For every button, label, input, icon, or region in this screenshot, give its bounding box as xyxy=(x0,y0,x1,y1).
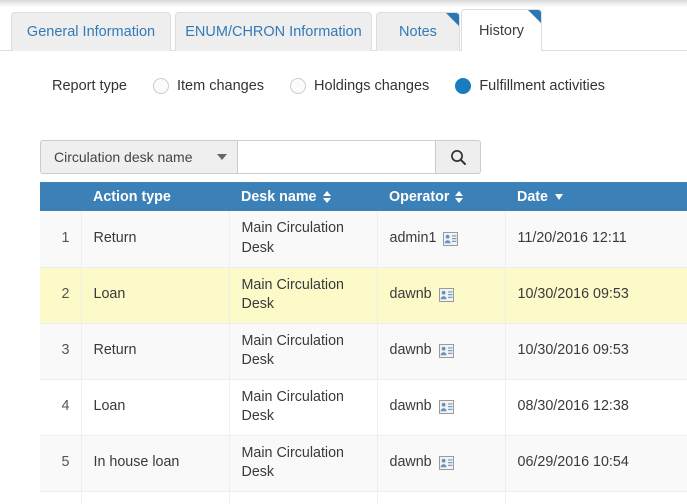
column-header-label: Desk name xyxy=(241,188,317,205)
cell-date: 11/20/2016 12:11 xyxy=(505,211,687,268)
row-number: 4 xyxy=(40,379,82,436)
cell-date: 06/29/2016 10:54 xyxy=(505,435,687,492)
tab-corner-flag-icon xyxy=(446,13,459,26)
tab-enum-chron-information[interactable]: ENUM/CHRON Information xyxy=(175,12,372,51)
cell-desk-name: Main Circulation Desk xyxy=(229,323,378,380)
report-type-label: Report type xyxy=(52,78,127,94)
radio-fulfillment-activities[interactable]: Fulfillment activities xyxy=(455,78,605,94)
desk-name-text: Main Circulation Desk xyxy=(241,332,345,368)
cell-desk-name: Main Circulation Desk xyxy=(229,435,378,492)
operator-name: dawnb xyxy=(389,398,432,415)
cell-operator: dawnb xyxy=(377,323,506,380)
operator-name: dawnb xyxy=(389,454,432,471)
magnifier-icon xyxy=(450,149,466,165)
desk-name-text: Main Circulation Desk xyxy=(241,276,345,312)
cell-action-type: In house loan xyxy=(81,435,230,492)
desk-name-text: Main Circulation Desk xyxy=(241,444,345,480)
row-number: 5 xyxy=(40,435,82,492)
column-header-number xyxy=(40,182,81,211)
cell-action-type xyxy=(81,491,230,504)
cell-desk-name: Main Circulation Desk xyxy=(229,211,378,268)
cell-action-type: Loan xyxy=(81,267,230,324)
table-header: Action type Desk name Operator Date xyxy=(40,182,687,211)
column-header-operator[interactable]: Operator xyxy=(377,182,505,211)
tab-history[interactable]: History xyxy=(461,9,542,51)
cell-date xyxy=(505,491,687,504)
radio-circle-filled-icon xyxy=(455,78,472,94)
table-body: 1 Return Main Circulation Desk admin1 11… xyxy=(40,211,687,504)
window-top-shade xyxy=(0,0,687,7)
tab-label: History xyxy=(478,22,525,39)
filter-field-value: Circulation desk name xyxy=(54,149,193,165)
sort-toggle-icon[interactable] xyxy=(322,190,331,203)
radio-label: Item changes xyxy=(176,78,265,94)
table-row[interactable]: 1 Return Main Circulation Desk admin1 11… xyxy=(40,211,687,268)
cell-action-type: Return xyxy=(81,323,230,380)
radio-label: Fulfillment activities xyxy=(479,78,606,94)
cell-desk-name: Main Circulation Desk xyxy=(229,267,378,324)
report-type-row: Report type Item changes Holdings change… xyxy=(52,78,631,94)
table-row[interactable]: 3 Return Main Circulation Desk dawnb 10/… xyxy=(40,323,687,380)
operator-name: admin1 xyxy=(389,230,437,247)
tab-corner-flag-icon xyxy=(528,10,541,23)
row-number: 2 xyxy=(40,267,82,324)
cell-desk-name xyxy=(229,491,378,504)
filter-search-input[interactable] xyxy=(238,140,436,174)
row-number xyxy=(40,491,82,504)
history-panel: General Information ENUM/CHRON Informati… xyxy=(0,0,687,504)
radio-circle-icon xyxy=(290,78,307,94)
tab-label: ENUM/CHRON Information xyxy=(185,24,362,40)
column-header-action-type[interactable]: Action type xyxy=(81,182,229,211)
radio-holdings-changes[interactable]: Holdings changes xyxy=(290,78,429,94)
cell-date: 10/30/2016 09:53 xyxy=(505,323,687,380)
row-number: 3 xyxy=(40,323,82,380)
chevron-down-icon xyxy=(217,154,227,160)
tab-bar: General Information ENUM/CHRON Informati… xyxy=(0,7,687,51)
column-header-label: Action type xyxy=(93,188,171,205)
filter-bar: Circulation desk name xyxy=(40,140,481,174)
contact-card-icon[interactable] xyxy=(438,343,454,358)
history-table-container: Action type Desk name Operator Date 1 Re… xyxy=(40,182,687,504)
contact-card-icon[interactable] xyxy=(438,455,454,470)
row-number: 1 xyxy=(40,211,82,268)
tab-notes[interactable]: Notes xyxy=(376,12,460,51)
column-header-date[interactable]: Date xyxy=(505,182,687,211)
cell-operator: dawnb xyxy=(377,267,506,324)
contact-card-icon[interactable] xyxy=(443,231,459,246)
contact-card-icon[interactable] xyxy=(438,287,454,302)
column-header-label: Date xyxy=(517,188,548,205)
cell-date: 10/30/2016 09:53 xyxy=(505,267,687,324)
column-header-label: Operator xyxy=(389,188,450,205)
column-header-desk-name[interactable]: Desk name xyxy=(229,182,377,211)
cell-operator xyxy=(377,491,506,504)
desk-name-text: Main Circulation Desk xyxy=(241,220,345,256)
cell-operator: admin1 xyxy=(377,211,506,268)
tab-label: Notes xyxy=(399,24,437,40)
sort-descending-icon[interactable] xyxy=(555,193,563,200)
cell-operator: dawnb xyxy=(377,435,506,492)
table-header-row: Action type Desk name Operator Date xyxy=(40,182,687,211)
cell-operator: dawnb xyxy=(377,379,506,436)
radio-item-changes[interactable]: Item changes xyxy=(152,78,265,94)
radio-circle-icon xyxy=(152,78,169,94)
search-button[interactable] xyxy=(436,140,481,174)
cell-action-type: Return xyxy=(81,211,230,268)
operator-name: dawnb xyxy=(389,342,432,359)
operator-name: dawnb xyxy=(389,286,432,303)
table-row[interactable]: 5 In house loan Main Circulation Desk da… xyxy=(40,435,687,492)
contact-card-icon[interactable] xyxy=(438,399,454,414)
cell-desk-name: Main Circulation Desk xyxy=(229,379,378,436)
filter-field-select[interactable]: Circulation desk name xyxy=(40,140,238,174)
sort-toggle-icon[interactable] xyxy=(455,190,464,203)
history-table: Action type Desk name Operator Date 1 Re… xyxy=(40,182,687,504)
table-row[interactable]: 4 Loan Main Circulation Desk dawnb 08/30… xyxy=(40,379,687,436)
radio-label: Holdings changes xyxy=(314,78,430,94)
cell-date: 08/30/2016 12:38 xyxy=(505,379,687,436)
table-row[interactable]: 2 Loan Main Circulation Desk dawnb 10/30… xyxy=(40,267,687,324)
tab-label: General Information xyxy=(26,24,156,40)
table-row[interactable] xyxy=(40,491,687,504)
tab-general-information[interactable]: General Information xyxy=(11,12,171,51)
cell-action-type: Loan xyxy=(81,379,230,436)
desk-name-text: Main Circulation Desk xyxy=(241,388,345,424)
